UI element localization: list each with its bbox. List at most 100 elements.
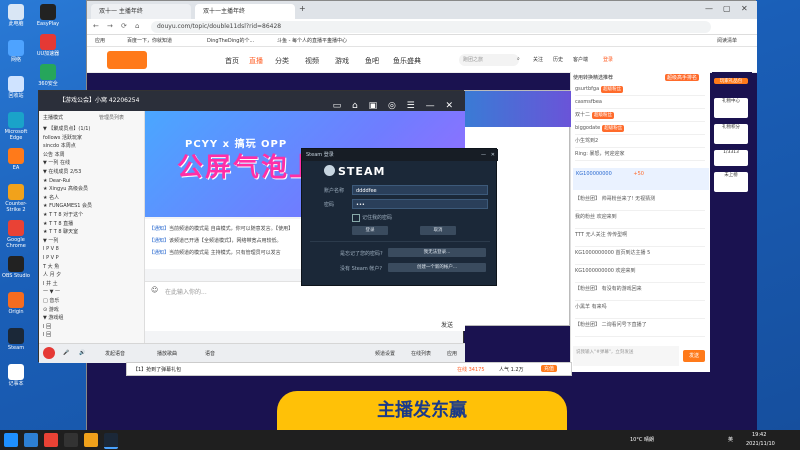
steam-close-icon[interactable]: ✕ bbox=[491, 149, 495, 161]
desktop-icon[interactable]: Steam bbox=[2, 328, 30, 351]
list-item[interactable]: follows 活跃玩家 bbox=[43, 134, 141, 142]
admin-list[interactable]: 管理员列表 bbox=[99, 114, 124, 121]
side-rank[interactable]: 未上榜 bbox=[714, 172, 748, 192]
weather[interactable]: 10°C 晴朗 bbox=[630, 436, 654, 443]
list-item[interactable]: 一 ▼ 一 bbox=[43, 288, 141, 296]
mic-icon[interactable]: 🎤 bbox=[63, 350, 69, 356]
desktop-icon[interactable]: 此电脑 bbox=[2, 4, 30, 27]
rank-row[interactable]: casmsfbea bbox=[575, 97, 705, 109]
close-icon[interactable]: ✕ bbox=[741, 4, 748, 13]
bottom-cta[interactable]: 主播发东赢 bbox=[277, 391, 567, 431]
rank-row[interactable]: Ring: 暴怒，何迎迎家 bbox=[575, 149, 705, 161]
list-mode[interactable]: 主播模式 bbox=[43, 114, 63, 121]
taskbar-chrome-icon[interactable] bbox=[44, 433, 58, 447]
list-item[interactable]: I P V P bbox=[43, 254, 141, 262]
list-item[interactable]: ★ T T 8 聊天室 bbox=[43, 228, 141, 236]
douyu-search[interactable]: 跑团之旅 bbox=[459, 54, 519, 66]
list-item[interactable]: ▼ 一列 在线 bbox=[43, 159, 141, 167]
taskbar-explorer-icon[interactable] bbox=[24, 433, 38, 447]
browser-tab-1[interactable]: 双十一 主播年终 bbox=[91, 4, 191, 19]
bookmark-baidu[interactable]: 百度一下，你就知道 bbox=[127, 37, 172, 44]
search-icon[interactable]: ⌕ bbox=[517, 56, 520, 62]
start-icon[interactable] bbox=[4, 433, 18, 447]
list-item[interactable]: ★ Xingyu 高级会员 bbox=[43, 185, 141, 193]
desktop-icon[interactable]: Origin bbox=[2, 292, 30, 315]
list-item[interactable]: I 井 土 bbox=[43, 280, 141, 288]
speaker-icon[interactable]: 🔊 bbox=[79, 350, 85, 356]
rank-row[interactable]: gsurtbfga 超级粉丝 bbox=[575, 84, 705, 96]
login-button[interactable]: 登录 bbox=[352, 226, 388, 235]
rank-badge[interactable]: 超级高手排名 bbox=[665, 74, 700, 81]
list-item[interactable]: I 回 bbox=[43, 331, 141, 339]
cancel-button[interactable]: 取消 bbox=[420, 226, 456, 235]
taskbar-app-icon[interactable] bbox=[84, 433, 98, 447]
header-history[interactable]: 历史 bbox=[553, 56, 563, 63]
maximize-icon[interactable]: ▢ bbox=[723, 4, 731, 13]
account-input[interactable]: ddddfee bbox=[352, 185, 488, 195]
page-bar-recharge[interactable]: 充值 bbox=[541, 365, 558, 372]
bookmark-apps[interactable]: 应用 bbox=[95, 37, 105, 44]
desktop-icon[interactable]: Microsoft Edge bbox=[2, 112, 30, 141]
desktop-icon[interactable]: 360安全 bbox=[34, 64, 62, 87]
footer-right-0[interactable]: 频道设置 bbox=[375, 350, 395, 357]
douyu-logo[interactable] bbox=[107, 51, 147, 69]
bookmark-anchor[interactable]: 主播中心 bbox=[327, 37, 347, 44]
taskbar-obs-icon[interactable] bbox=[64, 433, 78, 447]
desktop-icon[interactable]: EA bbox=[2, 148, 30, 171]
footer-right-1[interactable]: 在线列表 bbox=[411, 350, 431, 357]
list-item[interactable]: ▼ 一列 bbox=[43, 237, 141, 245]
list-item[interactable]: 公告 本周 bbox=[43, 151, 141, 159]
back-icon[interactable]: ← bbox=[93, 22, 99, 30]
right-chat-input[interactable]: 说我输入"#弹幕"，立刻发送 bbox=[573, 346, 679, 366]
list-item[interactable]: ▼ 在线成员 2/53 bbox=[43, 168, 141, 176]
nav-yuba[interactable]: 鱼吧 bbox=[365, 56, 379, 66]
footer-item-5[interactable]: 发起语音 bbox=[105, 350, 125, 357]
forgot-button[interactable]: 我无法登录... bbox=[388, 248, 486, 257]
side-gift-points[interactable]: 礼物积分 bbox=[714, 124, 748, 144]
desktop-icon[interactable]: 记事本 bbox=[2, 364, 30, 387]
desktop-icon[interactable]: UU加速器 bbox=[34, 34, 62, 57]
nav-game[interactable]: 游戏 bbox=[335, 56, 349, 66]
avatar[interactable] bbox=[43, 347, 55, 359]
list-item[interactable]: ★ Dear-Rui bbox=[43, 177, 141, 185]
bookmark-douyu[interactable]: 斗鱼 - 每个人的直播平台 bbox=[277, 37, 332, 44]
header-client[interactable]: 客户端 bbox=[573, 56, 588, 63]
minimize-icon[interactable]: — bbox=[705, 4, 713, 13]
list-item[interactable]: ★ FUNGAMES1 会员 bbox=[43, 202, 141, 210]
list-item[interactable]: ▼ 游戏组 bbox=[43, 314, 141, 322]
desktop-icon[interactable]: EasyPlay bbox=[34, 4, 62, 27]
rank-row[interactable]: 小生驾到2 bbox=[575, 136, 705, 148]
gift-pack[interactable]: 玩家礼品包 bbox=[714, 78, 748, 84]
desktop-icon[interactable]: Counter-Strike 2 bbox=[2, 184, 30, 213]
desktop-icon[interactable]: 网络 bbox=[2, 40, 30, 63]
right-chat-send[interactable]: 发送 bbox=[683, 350, 705, 362]
footer-item-6[interactable]: 播放歌曲 bbox=[157, 350, 177, 357]
side-gift-center[interactable]: 礼物中心 bbox=[714, 98, 748, 118]
nav-video[interactable]: 视频 bbox=[305, 56, 319, 66]
list-item[interactable]: I 回 bbox=[43, 323, 141, 331]
reload-icon[interactable]: ⟳ bbox=[121, 22, 127, 30]
desktop-icon[interactable]: OBS Studio bbox=[2, 256, 30, 279]
list-item[interactable]: I P V 8 bbox=[43, 245, 141, 253]
header-follow[interactable]: 关注 bbox=[533, 56, 543, 63]
nav-festival[interactable]: 鱼乐盛典 bbox=[393, 56, 421, 66]
list-item[interactable]: ▼ 【聚成员点】(1/1) bbox=[43, 125, 141, 133]
new-tab-icon[interactable]: + bbox=[299, 4, 306, 13]
list-item[interactable]: sincdo 本周点 bbox=[43, 142, 141, 150]
footer-item-7[interactable]: 语音 bbox=[205, 350, 215, 357]
list-item[interactable]: □ 音乐 bbox=[43, 297, 141, 305]
address-input[interactable]: douyu.com/topic/double11dsl?rid=86428 bbox=[151, 21, 711, 33]
list-item[interactable]: ★ T T 8 对于这个 bbox=[43, 211, 141, 219]
home-icon[interactable]: ⌂ bbox=[135, 22, 139, 30]
nav-category[interactable]: 分类 bbox=[275, 56, 289, 66]
ime-indicator[interactable]: 英 bbox=[728, 436, 733, 443]
list-item[interactable]: T 大 魚 bbox=[43, 263, 141, 271]
rank-row[interactable]: 双十二 超级粉丝 bbox=[575, 110, 705, 122]
footer-right-2[interactable]: 应用 bbox=[447, 350, 457, 357]
browser-tab-2[interactable]: 双十一主播年终 bbox=[195, 4, 295, 19]
taskbar-steam-icon[interactable] bbox=[104, 433, 118, 449]
emoji-icon[interactable]: ☺ bbox=[151, 286, 158, 294]
message-input-area[interactable]: ☺ 在此输入你的... 发送 bbox=[145, 281, 465, 331]
clock-time[interactable]: 19:42 bbox=[752, 432, 766, 438]
message-input[interactable]: 在此输入你的... bbox=[165, 287, 207, 296]
